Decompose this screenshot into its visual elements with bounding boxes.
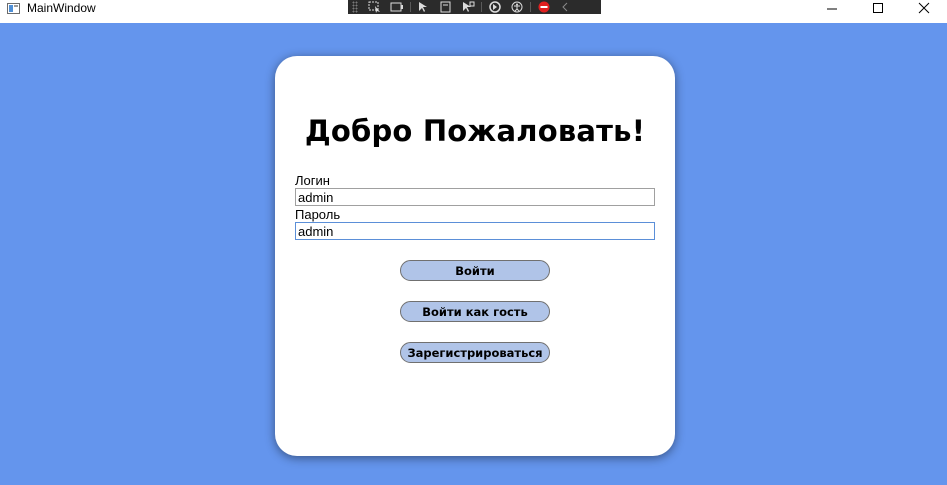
close-icon[interactable] [901, 0, 947, 16]
welcome-card: Добро Пожаловать! Логин Пароль Войти Вой… [275, 56, 675, 456]
window-controls [809, 0, 947, 16]
binding-failures-icon[interactable] [533, 0, 555, 14]
client-area: Добро Пожаловать! Логин Пароль Войти Вой… [0, 23, 947, 485]
login-button[interactable]: Войти [400, 260, 550, 281]
toolbar-grip-icon[interactable] [352, 1, 358, 13]
app-window-icon [7, 3, 20, 14]
login-label: Логин [295, 173, 330, 188]
track-focused-element-icon[interactable] [413, 0, 435, 14]
select-element-icon[interactable] [364, 0, 386, 14]
welcome-heading: Добро Пожаловать! [304, 114, 646, 148]
hot-reload-icon[interactable] [484, 0, 506, 14]
collapse-chevron-icon[interactable] [555, 0, 577, 14]
password-label: Пароль [295, 207, 341, 222]
login-input[interactable] [295, 188, 655, 206]
guest-login-button[interactable]: Войти как гость [400, 301, 550, 322]
display-layout-adorners-icon[interactable] [386, 0, 408, 14]
window-title: MainWindow [27, 1, 96, 15]
debug-toolbar [348, 0, 601, 14]
maximize-icon[interactable] [855, 0, 901, 16]
layout-icon[interactable] [435, 0, 457, 14]
title-bar: MainWindow [0, 0, 947, 23]
toolbar-separator [481, 2, 482, 12]
toolbar-separator [530, 2, 531, 12]
select-icon[interactable] [457, 0, 479, 14]
password-input[interactable] [295, 222, 655, 240]
accessibility-icon[interactable] [506, 0, 528, 14]
toolbar-separator [410, 2, 411, 12]
register-button[interactable]: Зарегистрироваться [400, 342, 550, 363]
minimize-icon[interactable] [809, 0, 855, 16]
